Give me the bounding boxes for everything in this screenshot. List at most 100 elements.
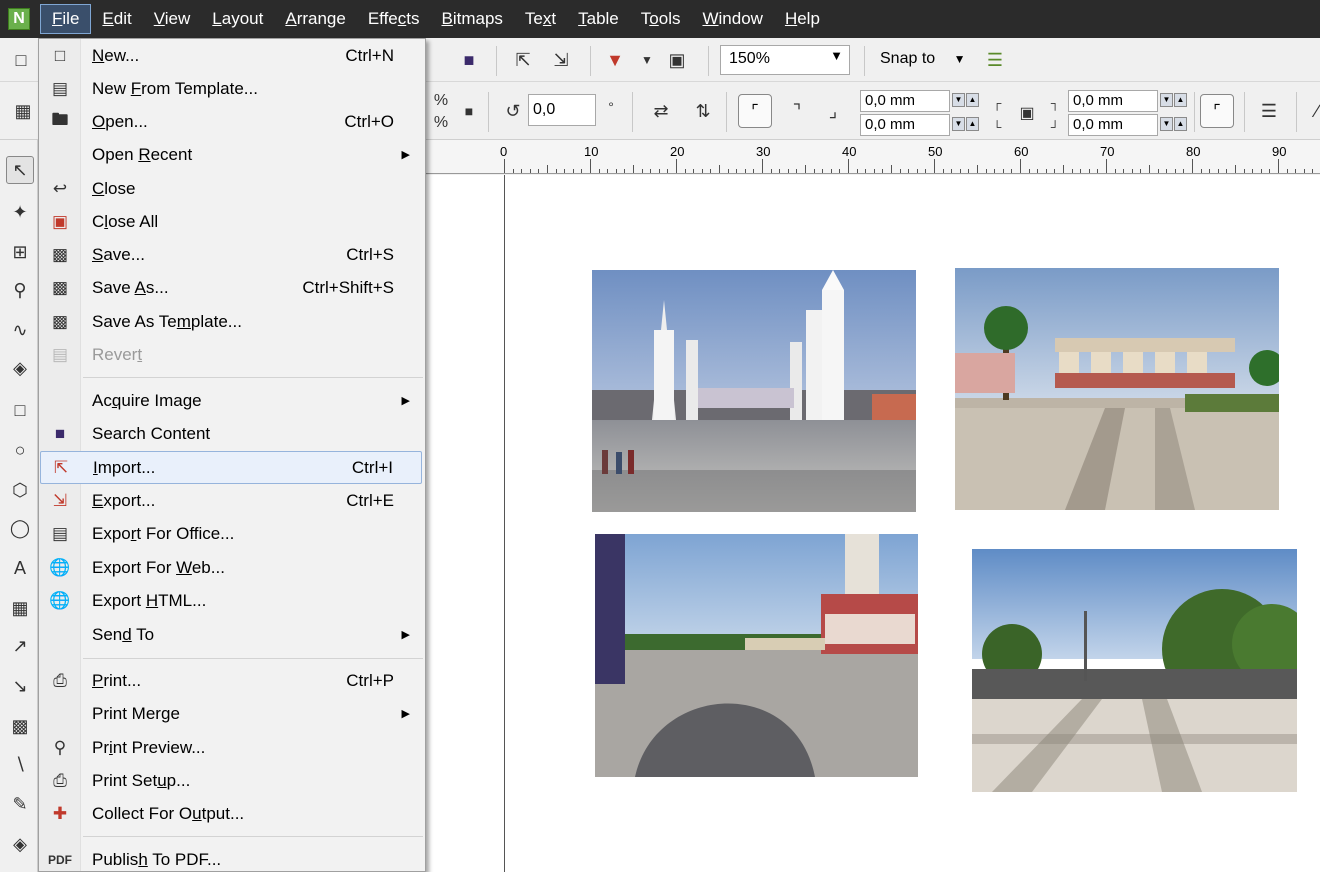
- shortcut-label: Ctrl+E: [346, 490, 394, 510]
- menu-item-export-for-web[interactable]: 🌐 Export For Web...: [40, 551, 422, 584]
- photo-mosque-towers[interactable]: [592, 270, 916, 512]
- crop-tool-icon[interactable]: ⊞: [6, 238, 34, 266]
- menu-item-print-setup[interactable]: ⎙ Print Setup...: [40, 764, 422, 797]
- spinner-bottom-right[interactable]: ▼ ▲: [1160, 117, 1188, 133]
- spinner-bottom-left[interactable]: ▼ ▲: [952, 117, 980, 133]
- app-logo-icon: N: [4, 4, 34, 34]
- menu-item-print-preview[interactable]: ⚲ Print Preview...: [40, 731, 422, 764]
- menu-item-revert[interactable]: ▤ Revert: [40, 338, 422, 371]
- ruler-tick: [1217, 169, 1219, 173]
- ruler-tick: [1192, 159, 1193, 173]
- dimension-tool-icon[interactable]: ↗: [6, 632, 34, 660]
- blend-tool-icon[interactable]: ▩: [6, 712, 34, 740]
- menu-item-save-as-template[interactable]: ▩ Save As Template...: [40, 305, 422, 338]
- menu-help[interactable]: Help: [774, 4, 831, 34]
- menu-item-save[interactable]: ▩ Save... Ctrl+S: [40, 238, 422, 271]
- menu-item-collect-for-output[interactable]: ✚ Collect For Output...: [40, 797, 422, 830]
- menu-effects[interactable]: Effects: [357, 4, 431, 34]
- photo-arch-gate[interactable]: [955, 268, 1279, 510]
- rectangle-tool-icon[interactable]: □: [6, 396, 34, 424]
- fill-tool-icon[interactable]: ◈: [6, 830, 34, 858]
- horizontal-ruler[interactable]: 0 10 20 30 40 50 60 70 80 90: [424, 140, 1320, 174]
- lock-corners-icon[interactable]: ▣: [1014, 100, 1040, 126]
- round-corner-button[interactable]: ⌜: [738, 94, 772, 128]
- relative-corner-scaling-button[interactable]: ⌜: [1200, 94, 1234, 128]
- menu-window[interactable]: Window: [691, 4, 773, 34]
- menu-item-send-to[interactable]: Send To ▶: [40, 618, 422, 651]
- table-tool-icon[interactable]: ▦: [6, 594, 34, 622]
- ellipse-tool-icon[interactable]: ○: [6, 436, 34, 464]
- application-launcher-icon[interactable]: ▼: [602, 47, 628, 73]
- welcome-screen-icon[interactable]: ▣: [664, 47, 690, 73]
- smart-fill-tool-icon[interactable]: ◈: [6, 354, 34, 382]
- connector-tool-icon[interactable]: ↘: [6, 672, 34, 700]
- wrap-text-icon[interactable]: ☰: [1256, 98, 1282, 124]
- spinner-top-left[interactable]: ▼ ▲: [952, 93, 980, 109]
- shape-tool-icon[interactable]: ✦: [6, 198, 34, 226]
- menu-item-import[interactable]: ⇱ Import... Ctrl+I: [40, 451, 422, 484]
- zoom-tool-icon[interactable]: ⚲: [6, 276, 34, 304]
- outline-icon[interactable]: ∕: [1304, 98, 1320, 124]
- zoom-level-select[interactable]: 150% ▼: [720, 45, 850, 75]
- corner-radius-bottom-left-input[interactable]: 0,0 mm: [860, 114, 950, 136]
- menu-item-export[interactable]: ⇲ Export... Ctrl+E: [40, 484, 422, 517]
- menu-item-print-merge[interactable]: Print Merge ▶: [40, 697, 422, 730]
- menu-item-close[interactable]: ↩ Close: [40, 172, 422, 205]
- lock-ratio-icon[interactable]: ■: [456, 98, 482, 124]
- snap-to-dropdown[interactable]: Snap to ▼: [880, 50, 966, 68]
- options-icon[interactable]: ☰: [982, 47, 1008, 73]
- menu-item-search-content[interactable]: ■ Search Content: [40, 417, 422, 450]
- search-content-icon[interactable]: ■: [456, 47, 482, 73]
- ruler-tick: [813, 169, 815, 173]
- corner-radius-top-left-input[interactable]: 0,0 mm: [860, 90, 950, 112]
- menu-item-new-from-template[interactable]: ▤ New From Template...: [40, 72, 422, 105]
- new-document-icon[interactable]: □: [8, 47, 34, 73]
- menu-table[interactable]: Table: [567, 4, 630, 34]
- corner-radius-top-right-input[interactable]: 0,0 mm: [1068, 90, 1158, 112]
- pick-tool-icon[interactable]: ↖: [6, 156, 34, 184]
- menu-item-close-all[interactable]: ▣ Close All: [40, 205, 422, 238]
- menu-tools[interactable]: Tools: [630, 4, 692, 34]
- export-icon[interactable]: ⇲: [548, 47, 574, 73]
- menu-item-export-html[interactable]: 🌐 Export HTML...: [40, 584, 422, 617]
- menu-text[interactable]: Text: [514, 4, 567, 34]
- menu-item-new[interactable]: □ New... Ctrl+N: [40, 39, 422, 72]
- menu-layout[interactable]: Layout: [201, 4, 274, 34]
- rotation-angle-input[interactable]: 0,0: [528, 94, 596, 126]
- menu-arrange[interactable]: Arrange: [274, 4, 356, 34]
- menu-item-open-recent[interactable]: Open Recent ▶: [40, 138, 422, 171]
- photo-plaza-tower[interactable]: [595, 534, 918, 777]
- chamfered-corner-icon[interactable]: ⌟: [820, 98, 846, 124]
- new-document-icon: □: [54, 45, 66, 65]
- menu-bitmaps[interactable]: Bitmaps: [431, 4, 514, 34]
- menu-item-save-as[interactable]: ▩ Save As... Ctrl+Shift+S: [40, 271, 422, 304]
- mirror-horizontal-icon[interactable]: ⇄: [648, 98, 674, 124]
- menu-item-label: Import...: [93, 457, 156, 477]
- menu-view[interactable]: View: [143, 4, 202, 34]
- menu-item-acquire-image[interactable]: Acquire Image ▶: [40, 384, 422, 417]
- launcher-dropdown-icon[interactable]: ▼: [634, 47, 660, 73]
- basic-shapes-tool-icon[interactable]: ◯: [6, 514, 34, 542]
- submenu-arrow-icon: ▶: [401, 629, 410, 641]
- mirror-vertical-icon[interactable]: ⇅: [690, 98, 716, 124]
- object-origin-icon[interactable]: ▦: [10, 98, 36, 124]
- freehand-tool-icon[interactable]: ∿: [6, 316, 34, 344]
- photo-street-plaza[interactable]: [972, 549, 1297, 792]
- menu-item-publish-to-pdf[interactable]: PDF Publish To PDF...: [40, 843, 422, 872]
- corner-radius-bottom-right-input[interactable]: 0,0 mm: [1068, 114, 1158, 136]
- ruler-tick: [572, 169, 574, 173]
- spinner-top-right[interactable]: ▼ ▲: [1160, 93, 1188, 109]
- eyedropper-tool-icon[interactable]: ∖: [6, 750, 34, 778]
- menu-file[interactable]: File: [40, 4, 92, 34]
- menu-item-print[interactable]: ⎙ Print... Ctrl+P: [40, 664, 422, 697]
- polygon-tool-icon[interactable]: ⬡: [6, 476, 34, 504]
- outline-pen-tool-icon[interactable]: ✎: [6, 790, 34, 818]
- menu-item-open[interactable]: 🖿 Open... Ctrl+O: [40, 105, 422, 138]
- ruler-tick: [934, 159, 935, 173]
- toolbar-separator: [726, 92, 727, 132]
- text-tool-icon[interactable]: A: [6, 554, 34, 582]
- import-icon[interactable]: ⇱: [510, 47, 536, 73]
- menu-edit[interactable]: Edit: [91, 4, 142, 34]
- menu-item-export-for-office[interactable]: ▤ Export For Office...: [40, 517, 422, 550]
- scalloped-corner-icon[interactable]: ⌝: [784, 98, 810, 124]
